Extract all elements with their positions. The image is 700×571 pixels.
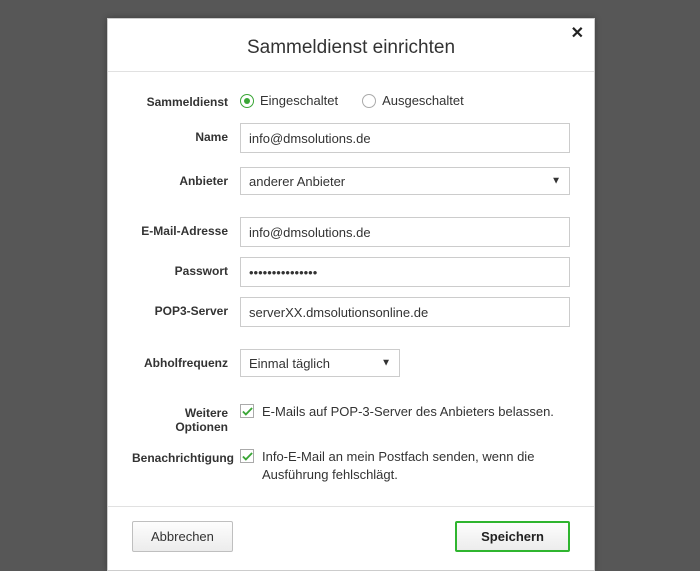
passwort-input[interactable] xyxy=(240,257,570,287)
pop3-input[interactable] xyxy=(240,297,570,327)
radio-label-off: Ausgeschaltet xyxy=(382,93,464,108)
check-icon xyxy=(242,451,253,462)
label-anbieter: Anbieter xyxy=(132,167,240,188)
keep-mails-label: E-Mails auf POP-3-Server des Anbieters b… xyxy=(262,403,554,421)
keep-mails-checkbox[interactable] xyxy=(240,404,254,418)
abholfrequenz-value: Einmal täglich xyxy=(249,356,330,371)
check-icon xyxy=(242,406,253,417)
radio-eingeschaltet[interactable]: Eingeschaltet xyxy=(240,93,338,108)
dialog-body: Sammeldienst Eingeschaltet Ausgeschaltet… xyxy=(108,72,594,506)
radio-icon xyxy=(240,94,254,108)
email-input[interactable] xyxy=(240,217,570,247)
name-input[interactable] xyxy=(240,123,570,153)
abholfrequenz-select[interactable]: Einmal täglich ▼ xyxy=(240,349,400,377)
close-icon[interactable]: ✕ xyxy=(571,26,584,42)
notify-checkbox[interactable] xyxy=(240,449,254,463)
label-benachrichtigung: Benachrichtigung xyxy=(132,444,240,465)
chevron-down-icon: ▼ xyxy=(381,358,391,369)
save-button[interactable]: Speichern xyxy=(455,521,570,552)
label-email: E-Mail-Adresse xyxy=(132,217,240,238)
label-passwort: Passwort xyxy=(132,257,240,278)
radio-ausgeschaltet[interactable]: Ausgeschaltet xyxy=(362,93,464,108)
label-abholfrequenz: Abholfrequenz xyxy=(132,349,240,370)
chevron-down-icon: ▼ xyxy=(551,176,561,187)
notify-label: Info-E-Mail an mein Postfach senden, wen… xyxy=(262,448,570,484)
anbieter-value: anderer Anbieter xyxy=(249,174,345,189)
dialog-sammeldienst: ✕ Sammeldienst einrichten Sammeldienst E… xyxy=(107,18,595,571)
label-weitere-optionen: Weitere Optionen xyxy=(132,399,240,434)
label-pop3: POP3-Server xyxy=(132,297,240,318)
label-sammeldienst: Sammeldienst xyxy=(132,88,240,109)
label-name: Name xyxy=(132,123,240,144)
dialog-header: Sammeldienst einrichten xyxy=(108,19,594,72)
cancel-button[interactable]: Abbrechen xyxy=(132,521,233,552)
dialog-title: Sammeldienst einrichten xyxy=(128,37,574,59)
radio-icon xyxy=(362,94,376,108)
radio-label-on: Eingeschaltet xyxy=(260,93,338,108)
anbieter-select[interactable]: anderer Anbieter ▼ xyxy=(240,167,570,195)
radio-group-sammeldienst: Eingeschaltet Ausgeschaltet xyxy=(240,88,570,108)
